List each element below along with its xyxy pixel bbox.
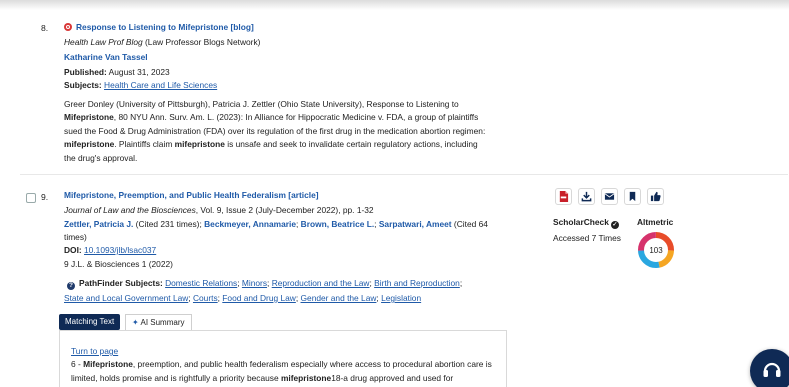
snippet-text: . Plaintiffs claim bbox=[114, 139, 175, 150]
author-link[interactable]: Brown, Beatrice L. bbox=[301, 219, 375, 229]
source-name: Health Law Prof Blog bbox=[64, 37, 143, 47]
author-line: Katharine Van Tassel bbox=[64, 52, 148, 63]
citation: 9 J.L. & Biosciences 1 (2022) bbox=[64, 259, 173, 269]
subject-link[interactable]: Courts bbox=[193, 293, 218, 303]
tab-matching-text[interactable]: Matching Text bbox=[59, 314, 121, 330]
altmetric-label: Altmetric bbox=[637, 217, 674, 227]
sparkle-icon: ✦ bbox=[132, 318, 139, 327]
subject-link[interactable]: Reproduction and the Law bbox=[272, 278, 370, 288]
snippet-text: , 80 NYU Ann. Surv. Am. L. (2023): In Al… bbox=[113, 112, 479, 123]
published-line: Published: August 31, 2023 bbox=[64, 67, 170, 78]
highlight-term: mifepristone bbox=[64, 139, 115, 150]
source-line: Health Law Prof Blog (Law Professor Blog… bbox=[64, 37, 260, 48]
turn-to-page-link[interactable]: Turn to page bbox=[71, 346, 118, 356]
matching-line: 6 - Mifepristone, preemption, and public… bbox=[71, 358, 511, 371]
check-circle-icon: ✓ bbox=[610, 221, 619, 229]
published-label: Published: bbox=[64, 67, 107, 77]
top-shadow bbox=[0, 0, 789, 10]
result-divider bbox=[20, 174, 788, 175]
snippet-line: mifepristone. Plaintiffs claim mifeprist… bbox=[64, 138, 534, 151]
page-prefix: 6 - bbox=[71, 359, 84, 370]
info-icon: ? bbox=[67, 282, 75, 290]
thumbs-up-icon bbox=[650, 191, 661, 202]
altmetric-score: 103 bbox=[649, 246, 663, 255]
bookmark-button[interactable] bbox=[624, 188, 641, 205]
snippet-line: Mifepristone, 80 NYU Ann. Surv. Am. L. (… bbox=[64, 111, 534, 124]
subject-link[interactable]: Minors bbox=[242, 278, 267, 288]
subject-link[interactable]: Food and Drug Law bbox=[222, 293, 296, 303]
snippet-line: sued the Food & Drug Administration (FDA… bbox=[64, 125, 486, 136]
matching-text: limited, holds promise and is rightfully… bbox=[71, 372, 281, 383]
scholarcheck-label: ScholarCheck bbox=[553, 217, 609, 227]
authors-line-cont: times) bbox=[64, 232, 87, 242]
subject-link[interactable]: Birth and Reproduction bbox=[374, 278, 460, 288]
pathfinder-label: PathFinder Subjects: bbox=[79, 278, 163, 288]
source-details: , Vol. 9, Issue 2 (July-December 2022), … bbox=[195, 205, 374, 215]
subject-link[interactable]: Gender and the Law bbox=[301, 293, 377, 303]
author-link[interactable]: Katharine Van Tassel bbox=[64, 52, 148, 62]
authors-line: Zettler, Patricia J. (Cited 231 times); … bbox=[64, 219, 488, 230]
tab-ai-summary[interactable]: ✦ AI Summary bbox=[125, 314, 192, 330]
snippet-line: the drug's approval. bbox=[64, 152, 138, 163]
matching-text: 18-a drug approved and used for bbox=[331, 372, 454, 383]
matching-text: , preemption, and public health federali… bbox=[132, 359, 492, 370]
result-snippet: Greer Donley (University of Pittsburgh),… bbox=[64, 98, 534, 165]
author-link[interactable]: Zettler, Patricia J. bbox=[64, 219, 133, 229]
subjects-line: Subjects: Health Care and Life Sciences bbox=[64, 80, 217, 91]
select-result-checkbox[interactable] bbox=[26, 193, 36, 203]
email-button[interactable] bbox=[601, 188, 618, 205]
highlight-term: Mifepristone bbox=[83, 359, 133, 370]
matching-line: limited, holds promise and is rightfully… bbox=[71, 372, 511, 385]
doi-line: DOI: 10.1093/jlb/lsac037 bbox=[64, 245, 156, 256]
doi-link[interactable]: 10.1093/jlb/lsac037 bbox=[84, 245, 156, 255]
subjects-label: Subjects: bbox=[64, 80, 102, 90]
source-name: Journal of Law and the Biosciences bbox=[64, 205, 196, 215]
subject-link[interactable]: State and Local Government Law bbox=[64, 293, 188, 303]
highlight-term: mifepristone bbox=[280, 372, 332, 383]
source-publisher: (Law Professor Blogs Network) bbox=[142, 37, 261, 47]
headset-icon bbox=[763, 362, 781, 377]
source-line: Journal of Law and the Biosciences, Vol.… bbox=[64, 205, 374, 216]
author-extra: (Cited 231 times); bbox=[133, 219, 205, 229]
highlight-term: mifepristone bbox=[174, 139, 225, 150]
result-title-link[interactable]: Response to Listening to Mifepristone [b… bbox=[76, 22, 254, 32]
altmetric-donut[interactable]: 103 bbox=[636, 230, 676, 270]
pathfinder-line-2: State and Local Government Law; Courts; … bbox=[64, 293, 422, 303]
matching-text: Turn to page 6 - Mifepristone, preemptio… bbox=[71, 345, 511, 385]
published-value: August 31, 2023 bbox=[106, 67, 170, 77]
result-title-link[interactable]: Mifepristone, Preemption, and Public Hea… bbox=[64, 190, 319, 200]
accessed-count: Accessed 7 Times bbox=[553, 233, 621, 243]
snippet-text: is unsafe and seek to invalidate certain… bbox=[224, 139, 478, 150]
subject-link[interactable]: Health Care and Life Sciences bbox=[104, 80, 217, 90]
email-icon bbox=[604, 193, 615, 200]
scholarcheck-row[interactable]: ScholarCheck ✓ bbox=[553, 217, 619, 229]
bookmark-icon bbox=[629, 191, 636, 202]
author-extra: (Cited 64 bbox=[451, 219, 488, 229]
highlight-term: Mifepristone bbox=[64, 112, 114, 123]
tab-label: AI Summary bbox=[140, 318, 185, 327]
author-link[interactable]: Beckmeyer, Annamarie bbox=[204, 219, 296, 229]
result-number: 9. bbox=[41, 192, 49, 202]
pathfinder-line: ? PathFinder Subjects: Domestic Relations… bbox=[67, 278, 463, 290]
blog-icon bbox=[64, 23, 72, 31]
matching-text-panel: Turn to page 6 - Mifepristone, preemptio… bbox=[59, 330, 507, 387]
result-number: 8. bbox=[41, 23, 49, 33]
subject-link[interactable]: Domestic Relations bbox=[165, 278, 237, 288]
snippet-line: Greer Donley (University of Pittsburgh),… bbox=[64, 99, 459, 109]
result-title-row: Response to Listening to Mifepristone [b… bbox=[64, 22, 254, 33]
download-button[interactable] bbox=[578, 188, 595, 205]
thumbs-up-button[interactable] bbox=[647, 188, 664, 205]
result-title-row: Mifepristone, Preemption, and Public Hea… bbox=[64, 190, 319, 201]
doi-label: DOI: bbox=[64, 245, 82, 255]
download-icon bbox=[581, 191, 592, 202]
author-link[interactable]: Sarpatwari, Ameet bbox=[379, 219, 452, 229]
subject-link[interactable]: Legislation bbox=[381, 293, 421, 303]
help-chat-button[interactable] bbox=[750, 349, 789, 387]
pdf-icon bbox=[559, 191, 569, 202]
pdf-button[interactable] bbox=[555, 188, 572, 205]
